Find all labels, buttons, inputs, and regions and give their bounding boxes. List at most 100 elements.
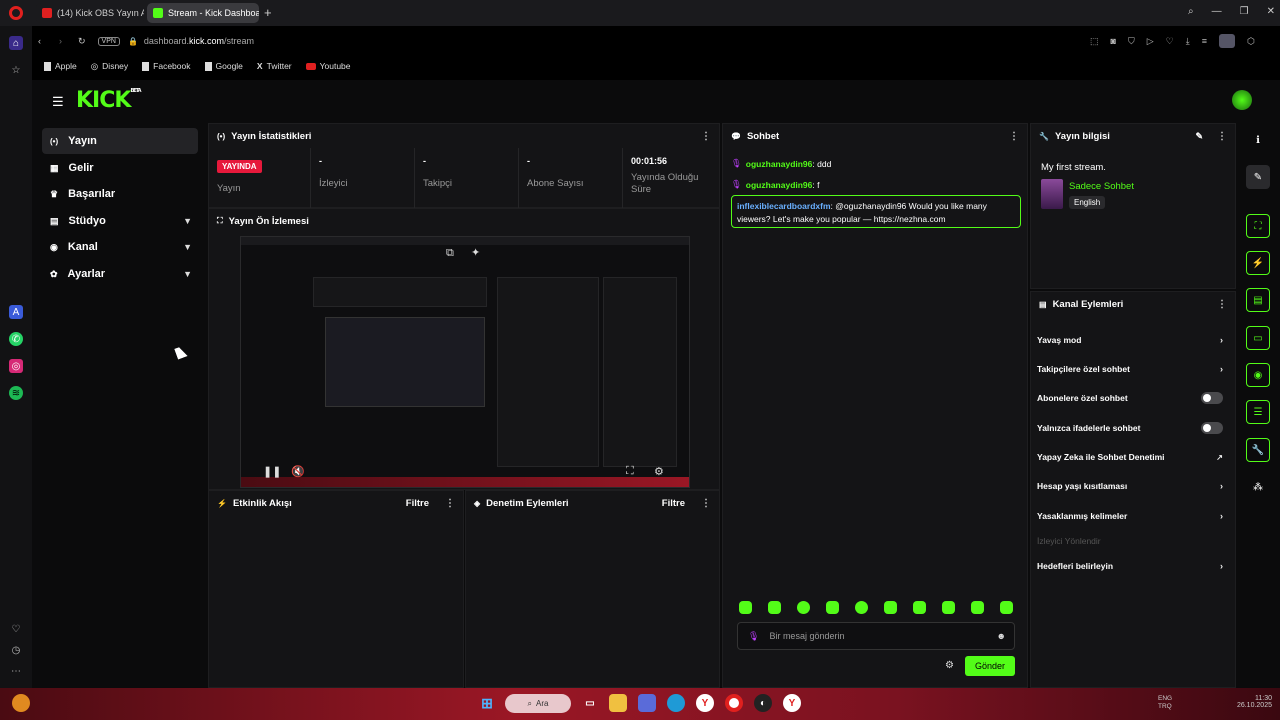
- emote-icon[interactable]: [826, 601, 839, 614]
- emoji-icon[interactable]: ☻: [997, 631, 1006, 641]
- settings-icon[interactable]: ⚙: [654, 465, 664, 478]
- popout-icon[interactable]: ⧉: [446, 247, 454, 260]
- chat-username[interactable]: oguzhanaydin96: [746, 159, 813, 169]
- opera-menu-icon[interactable]: [9, 6, 23, 20]
- chat-username[interactable]: oguzhanaydin96: [746, 180, 813, 190]
- nav-item-ayarlar[interactable]: ✿ Ayarlar ▼: [42, 261, 198, 287]
- document-icon[interactable]: ▤: [1246, 288, 1270, 312]
- back-icon[interactable]: ‹: [38, 36, 41, 46]
- connections-icon[interactable]: ⁂: [1246, 475, 1270, 499]
- heart-icon[interactable]: ♡: [1166, 36, 1174, 47]
- action-set-goals[interactable]: Hedefleri belirleyin ›: [1037, 556, 1229, 576]
- tab-kick-dashboard[interactable]: Stream - Kick Dashboard: [147, 3, 259, 23]
- bookmark-apple[interactable]: Apple: [44, 61, 77, 71]
- emote-icon[interactable]: [1000, 601, 1013, 614]
- filter-button[interactable]: Filtre: [662, 498, 685, 509]
- more-options-icon[interactable]: ⋮: [1217, 131, 1227, 142]
- bookmark-google[interactable]: Google: [204, 61, 243, 71]
- wrench-icon[interactable]: 🔧: [1246, 438, 1270, 462]
- nav-item-gelir[interactable]: ▦ Gelir: [42, 155, 198, 181]
- windows-start-icon[interactable]: ⊞: [478, 694, 496, 712]
- hamburger-menu-icon[interactable]: ☰: [52, 94, 64, 110]
- url-field[interactable]: dashboard.kick.com/stream: [144, 36, 254, 46]
- reload-icon[interactable]: ↻: [78, 36, 86, 47]
- more-options-icon[interactable]: ⋮: [1009, 131, 1019, 142]
- bookmark-youtube[interactable]: Youtube: [305, 61, 351, 71]
- more-options-icon[interactable]: ⋮: [445, 498, 455, 509]
- instagram-icon[interactable]: ◎: [9, 359, 23, 373]
- taskbar-search[interactable]: ⌕ Ara: [505, 694, 571, 713]
- send-button[interactable]: Gönder: [965, 656, 1015, 676]
- chat-icon[interactable]: ▭: [1246, 326, 1270, 350]
- category-thumbnail[interactable]: [1041, 179, 1063, 209]
- obs-icon[interactable]: ◐: [754, 694, 772, 712]
- broadcast-icon[interactable]: ◉: [1246, 363, 1270, 387]
- opera-icon[interactable]: [725, 694, 743, 712]
- action-followers-only[interactable]: Takipçilere özel sohbet ›: [1037, 359, 1229, 379]
- nav-item-basarilar[interactable]: ♛ Başarılar: [42, 181, 198, 207]
- menu-icon[interactable]: ≡: [1202, 36, 1207, 46]
- mic-icon[interactable]: 🎙: [748, 631, 759, 642]
- minimize-icon[interactable]: —: [1212, 6, 1222, 17]
- nav-item-studyo[interactable]: ▤ Stüdyo ▼: [42, 208, 198, 234]
- app-icon[interactable]: [638, 694, 656, 712]
- user-avatar[interactable]: [1232, 90, 1252, 110]
- clip-icon[interactable]: ⛶: [1246, 214, 1270, 238]
- subscribers-only-toggle[interactable]: [1201, 392, 1223, 404]
- history-icon[interactable]: ◷: [9, 643, 23, 657]
- layout-icon[interactable]: ☰: [1246, 400, 1270, 424]
- star-icon[interactable]: ☆: [9, 63, 23, 77]
- action-ai-moderation[interactable]: Yapay Zeka ile Sohbet Denetimi ↗: [1037, 447, 1229, 467]
- fullscreen-icon[interactable]: ⛶: [626, 465, 634, 478]
- language-indicator[interactable]: ENG TRQ: [1158, 695, 1184, 711]
- close-window-icon[interactable]: ✕: [1267, 6, 1275, 17]
- forward-icon[interactable]: ›: [59, 36, 62, 46]
- profile-avatar[interactable]: [1218, 34, 1235, 48]
- yandex-icon[interactable]: Y: [696, 694, 714, 712]
- sparkle-icon[interactable]: ✦: [471, 246, 480, 259]
- kick-logo[interactable]: KICKBETA: [76, 88, 142, 113]
- emote-icon[interactable]: [739, 601, 752, 614]
- camera-icon[interactable]: ◙: [1111, 36, 1116, 46]
- emote-icon[interactable]: [971, 601, 984, 614]
- nav-item-yayin[interactable]: (•) Yayın: [42, 128, 198, 154]
- yandex-icon[interactable]: Y: [783, 694, 801, 712]
- emote-icon[interactable]: [768, 601, 781, 614]
- edit-icon[interactable]: ✎: [1195, 131, 1203, 142]
- action-slow-mode[interactable]: Yavaş mod ›: [1037, 330, 1229, 350]
- aria-icon[interactable]: A: [9, 305, 23, 319]
- emote-icon[interactable]: [942, 601, 955, 614]
- bookmark-facebook[interactable]: Facebook: [142, 61, 191, 71]
- whatsapp-icon[interactable]: ✆: [9, 332, 23, 346]
- chat-username[interactable]: inflexiblecardboardxfm: [737, 201, 831, 211]
- maximize-icon[interactable]: ❐: [1240, 6, 1249, 17]
- more-options-icon[interactable]: ⋮: [701, 131, 711, 142]
- chat-settings-icon[interactable]: ⚙: [945, 660, 954, 671]
- extensions-icon[interactable]: ⬡: [1247, 36, 1255, 47]
- bookmark-twitter[interactable]: X Twitter: [257, 61, 292, 71]
- file-explorer-icon[interactable]: [609, 694, 627, 712]
- filter-button[interactable]: Filtre: [406, 498, 429, 509]
- snapshot-icon[interactable]: ⬚: [1090, 36, 1099, 47]
- nav-item-kanal[interactable]: ◉ Kanal ▼: [42, 234, 198, 260]
- info-icon[interactable]: ℹ: [1246, 128, 1270, 152]
- action-account-age[interactable]: Hesap yaşı kısıtlaması ›: [1037, 476, 1229, 496]
- widgets-icon[interactable]: [12, 694, 30, 712]
- edit-icon[interactable]: ✎: [1246, 165, 1270, 189]
- heart-icon[interactable]: ♡: [9, 622, 23, 636]
- emote-icon[interactable]: [855, 601, 868, 614]
- emote-icon[interactable]: [884, 601, 897, 614]
- play-icon[interactable]: ▷: [1147, 36, 1154, 47]
- task-view-icon[interactable]: ▭: [581, 694, 599, 712]
- volume-mute-icon[interactable]: 🔇: [291, 465, 305, 478]
- more-options-icon[interactable]: ⋮: [1217, 299, 1227, 310]
- home-icon[interactable]: ⌂: [9, 36, 23, 50]
- emotes-only-toggle[interactable]: [1201, 422, 1223, 434]
- category-link[interactable]: Sadece Sohbet: [1069, 181, 1134, 192]
- download-icon[interactable]: ⤓: [1186, 36, 1190, 47]
- pause-icon[interactable]: ❚❚: [263, 465, 281, 478]
- clock[interactable]: 11:30 26.10.2025: [1232, 695, 1272, 709]
- search-tabs-icon[interactable]: ⌕: [1188, 6, 1194, 17]
- chat-input[interactable]: 🎙 Bir mesaj gönderin ☻: [737, 622, 1015, 650]
- shield-icon[interactable]: ⛉: [1128, 36, 1135, 47]
